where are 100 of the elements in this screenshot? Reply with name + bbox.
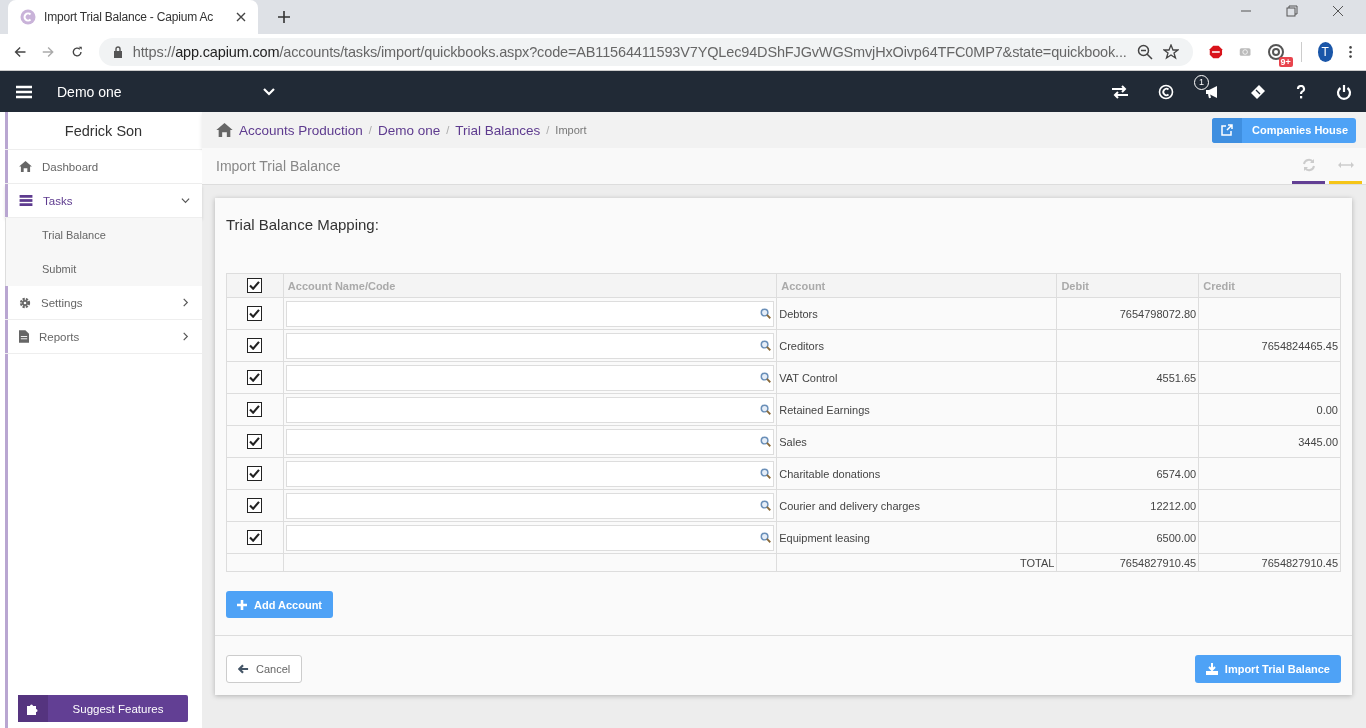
url-text: https://app.capium.com/accounts/tasks/import/quickbooks.aspx?code=AB11564411593V7YQLec94DShFJGvWGSmvjHxOivp64TFC0MP7&state=quickbook...: [132, 44, 1127, 60]
profile-avatar[interactable]: T: [1317, 42, 1333, 62]
checkbox[interactable]: [247, 466, 263, 481]
suggest-features-button[interactable]: Suggest Features: [18, 695, 188, 722]
account-search-field[interactable]: [285, 492, 775, 519]
search-icon: [760, 532, 772, 543]
table-cell: 7654827910.45: [1056, 553, 1199, 572]
table-cell: Creditors: [776, 329, 1057, 362]
account-search-field[interactable]: [285, 524, 775, 551]
chevron-icon: [181, 298, 190, 307]
table-cell: Charitable donations: [776, 457, 1057, 490]
search-icon: [760, 308, 772, 319]
help-icon[interactable]: [1296, 84, 1306, 99]
checkbox[interactable]: [247, 306, 263, 321]
table-cell: Sales: [776, 425, 1057, 458]
account-search-field[interactable]: [285, 396, 775, 423]
table-cell: VAT Control: [776, 361, 1057, 394]
cancel-button[interactable]: Cancel: [226, 655, 303, 683]
more-icon[interactable]: [1348, 44, 1352, 60]
breadcrumb-link[interactable]: Accounts Production: [239, 122, 363, 138]
search-icon: [760, 372, 772, 383]
table-cell: 7654824465.45: [1198, 329, 1341, 362]
account-search-field[interactable]: [285, 460, 775, 487]
ticket-icon[interactable]: [1250, 83, 1266, 100]
table-cell: 3445.00: [1198, 425, 1341, 458]
chevron-icon: [181, 332, 190, 341]
lock-icon: [112, 46, 123, 58]
home-icon: [19, 161, 32, 172]
breadcrumb-separator: /: [546, 124, 550, 136]
sidebar-item[interactable]: Settings: [5, 286, 202, 320]
column-header: Account: [776, 273, 1057, 298]
external-link-icon: [1221, 124, 1234, 136]
page-title: Import Trial Balance: [216, 158, 341, 174]
table-cell: 12212.00: [1056, 489, 1199, 522]
home-icon: [216, 123, 233, 137]
plus-icon: [237, 599, 247, 610]
swap-icon[interactable]: [1112, 84, 1128, 99]
table-cell: Retained Earnings: [776, 393, 1057, 426]
browser-tab[interactable]: Import Trial Balance - Capium Ac: [8, 0, 258, 34]
restore-icon[interactable]: [1286, 5, 1298, 17]
sidebar-subitem[interactable]: Submit: [6, 252, 202, 286]
notification-badge: 9+: [1278, 57, 1293, 67]
company-dropdown[interactable]: Demo one: [57, 83, 275, 100]
column-header: Credit: [1198, 273, 1341, 298]
table-cell: Courier and delivery charges: [776, 489, 1057, 522]
close-icon[interactable]: [1332, 5, 1344, 17]
extension-icon[interactable]: [1266, 43, 1285, 61]
breadcrumb-separator: /: [368, 124, 372, 136]
checkbox[interactable]: [247, 338, 263, 353]
breadcrumb-current: Import: [555, 124, 587, 136]
checkbox[interactable]: [247, 498, 263, 513]
address-field[interactable]: https://app.capium.com/accounts/tasks/import/quickbooks.aspx?code=AB11564411593V7YQLec94DShFJGvWGSmvjHxOivp64TFC0MP7&state=quickbook...: [98, 38, 1193, 66]
star-icon[interactable]: [1162, 44, 1179, 60]
zoom-out-icon[interactable]: [1136, 44, 1153, 60]
account-search-field[interactable]: [285, 364, 775, 391]
logo-icon[interactable]: [1158, 83, 1174, 100]
stop-sign-icon[interactable]: [1208, 43, 1223, 61]
checkbox[interactable]: [247, 530, 263, 545]
checkbox[interactable]: [247, 402, 263, 417]
puzzle-icon: [27, 702, 39, 715]
sidebar-item[interactable]: Reports: [5, 320, 202, 354]
search-icon: [760, 404, 772, 415]
table-cell: 6574.00: [1056, 457, 1199, 490]
breadcrumb-separator: /: [446, 124, 450, 136]
account-search-field[interactable]: [285, 428, 775, 455]
breadcrumb-link[interactable]: Demo one: [377, 122, 441, 138]
account-search-field[interactable]: [285, 300, 775, 327]
search-icon: [760, 340, 772, 351]
search-icon: [760, 436, 772, 447]
table-cell: 7654827910.45: [1198, 553, 1341, 572]
arrow-left-icon: [238, 664, 249, 674]
tab-title: Import Trial Balance - Capium Ac: [44, 10, 214, 24]
account-search-field[interactable]: [285, 332, 775, 359]
document-icon: [19, 330, 29, 343]
table-cell: 6500.00: [1056, 521, 1199, 554]
sidebar-subitem[interactable]: Trial Balance: [6, 218, 202, 252]
chevron-icon: [181, 196, 190, 205]
caret-icon: [263, 87, 275, 96]
search-icon: [760, 500, 772, 511]
checkbox[interactable]: [247, 370, 263, 385]
checkbox[interactable]: [247, 278, 263, 293]
logo-icon: [20, 9, 36, 25]
megaphone-icon[interactable]: [1204, 84, 1220, 99]
breadcrumb-link[interactable]: Trial Balances: [455, 122, 541, 138]
table-cell: TOTAL: [776, 553, 1057, 572]
download-icon: [1205, 663, 1218, 675]
column-header: Account Name/Code: [283, 273, 777, 298]
column-header: Debit: [1056, 273, 1199, 298]
table-cell: Equipment leasing: [776, 521, 1057, 554]
list-icon: [19, 195, 33, 206]
back-icon[interactable]: [14, 44, 27, 60]
gear-icon: [19, 296, 31, 309]
close-icon[interactable]: [236, 12, 246, 22]
power-icon[interactable]: [1336, 83, 1352, 100]
card-title: Trial Balance Mapping:: [226, 216, 380, 233]
checkbox[interactable]: [247, 434, 263, 449]
menu-icon[interactable]: [16, 84, 32, 99]
new-tab-icon[interactable]: [278, 11, 290, 23]
table-cell: Debtors: [776, 297, 1057, 330]
table-cell: 7654798072.80: [1056, 297, 1199, 330]
